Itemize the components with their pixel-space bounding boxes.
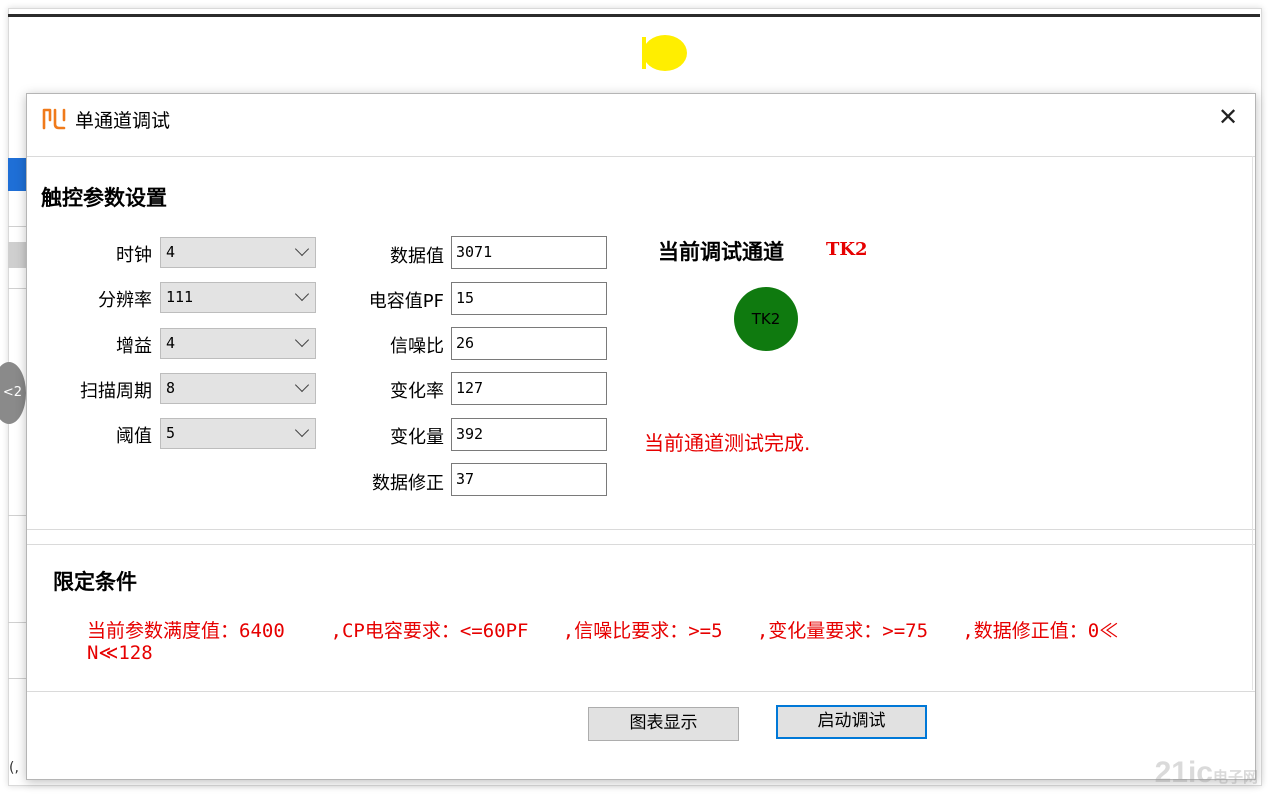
watermark-sub: 电子网 [1212,769,1258,786]
change-rate-field[interactable]: 127 [451,372,607,405]
background-channel-label: <2 [2,385,22,400]
status-message: 当前通道测试完成. [644,431,811,455]
scan-period-value: 8 [166,379,176,397]
background-selected-row [8,158,28,191]
params-section-title: 触控参数设置 [41,186,167,210]
data-correction-label: 数据修正 [372,473,444,494]
limits-text: 当前参数满度值：6400 ,CP电容要求：<=60PF ,信噪比要求：>=5 ,… [87,620,1237,664]
gain-label: 增益 [116,336,152,357]
background-divider [8,515,26,516]
snr-label: 信噪比 [390,336,444,357]
clock-label: 时钟 [116,245,152,266]
current-channel-value: TK2 [826,239,868,260]
threshold-value: 5 [166,424,176,442]
gain-value: 4 [166,334,176,352]
limits-line-1: 当前参数满度值：6400 ,CP电容要求：<=60PF ,信噪比要求：>=5 ,… [87,620,1119,642]
background-bottom-text: (, [9,760,19,776]
chart-display-button[interactable]: 图表显示 [588,707,739,741]
data-value-label: 数据值 [390,246,444,267]
resolution-select[interactable]: 111 [160,282,316,313]
scan-period-label: 扫描周期 [80,381,152,402]
background-divider [8,622,26,623]
background-grey-row [8,242,28,268]
watermark-logo: 21ic电子网 [1155,756,1258,790]
background-divider [8,226,26,227]
data-value-field[interactable]: 3071 [451,236,607,269]
limits-panel [27,544,1255,692]
resolution-label: 分辨率 [98,290,152,311]
chevron-down-icon [294,241,310,257]
panel-right-border [1252,156,1253,690]
current-channel-label: 当前调试通道 [658,240,784,264]
chevron-down-icon [294,286,310,302]
chevron-down-icon [294,377,310,393]
dialog-title: 单通道调试 [75,110,171,132]
title-bar[interactable]: 单通道调试 ✕ [27,94,1255,142]
threshold-select[interactable]: 5 [160,418,316,449]
limits-section-title: 限定条件 [53,570,137,594]
watermark-main: 21ic [1154,756,1213,789]
clock-select[interactable]: 4 [160,237,316,268]
gain-select[interactable]: 4 [160,328,316,359]
close-icon[interactable]: ✕ [1215,104,1241,130]
change-rate-label: 变化率 [390,381,444,402]
capacitance-label: 电容值PF [368,291,444,312]
chevron-down-icon [294,332,310,348]
background-divider [8,678,26,679]
start-debug-button[interactable]: 启动调试 [776,705,927,739]
channel-indicator: TK2 [734,287,798,351]
data-correction-field[interactable]: 37 [451,463,607,496]
capacitance-field[interactable]: 15 [451,282,607,315]
limits-line-2: N≪128 [87,642,153,664]
change-amount-field[interactable]: 392 [451,418,607,451]
app-logo-icon [42,108,66,130]
chevron-down-icon [294,422,310,438]
background-divider [8,288,26,289]
background-yellow-indicator [643,35,687,71]
change-amount-label: 变化量 [390,427,444,448]
clock-value: 4 [166,243,176,261]
single-channel-debug-dialog: 单通道调试 ✕ 触控参数设置 时钟 4 分辨率 111 增益 4 扫描周期 8 … [26,93,1256,780]
threshold-label: 阈值 [116,426,152,447]
resolution-value: 111 [166,288,194,306]
scan-period-select[interactable]: 8 [160,373,316,404]
background-toolbar-line [8,14,1260,17]
snr-field[interactable]: 26 [451,327,607,360]
